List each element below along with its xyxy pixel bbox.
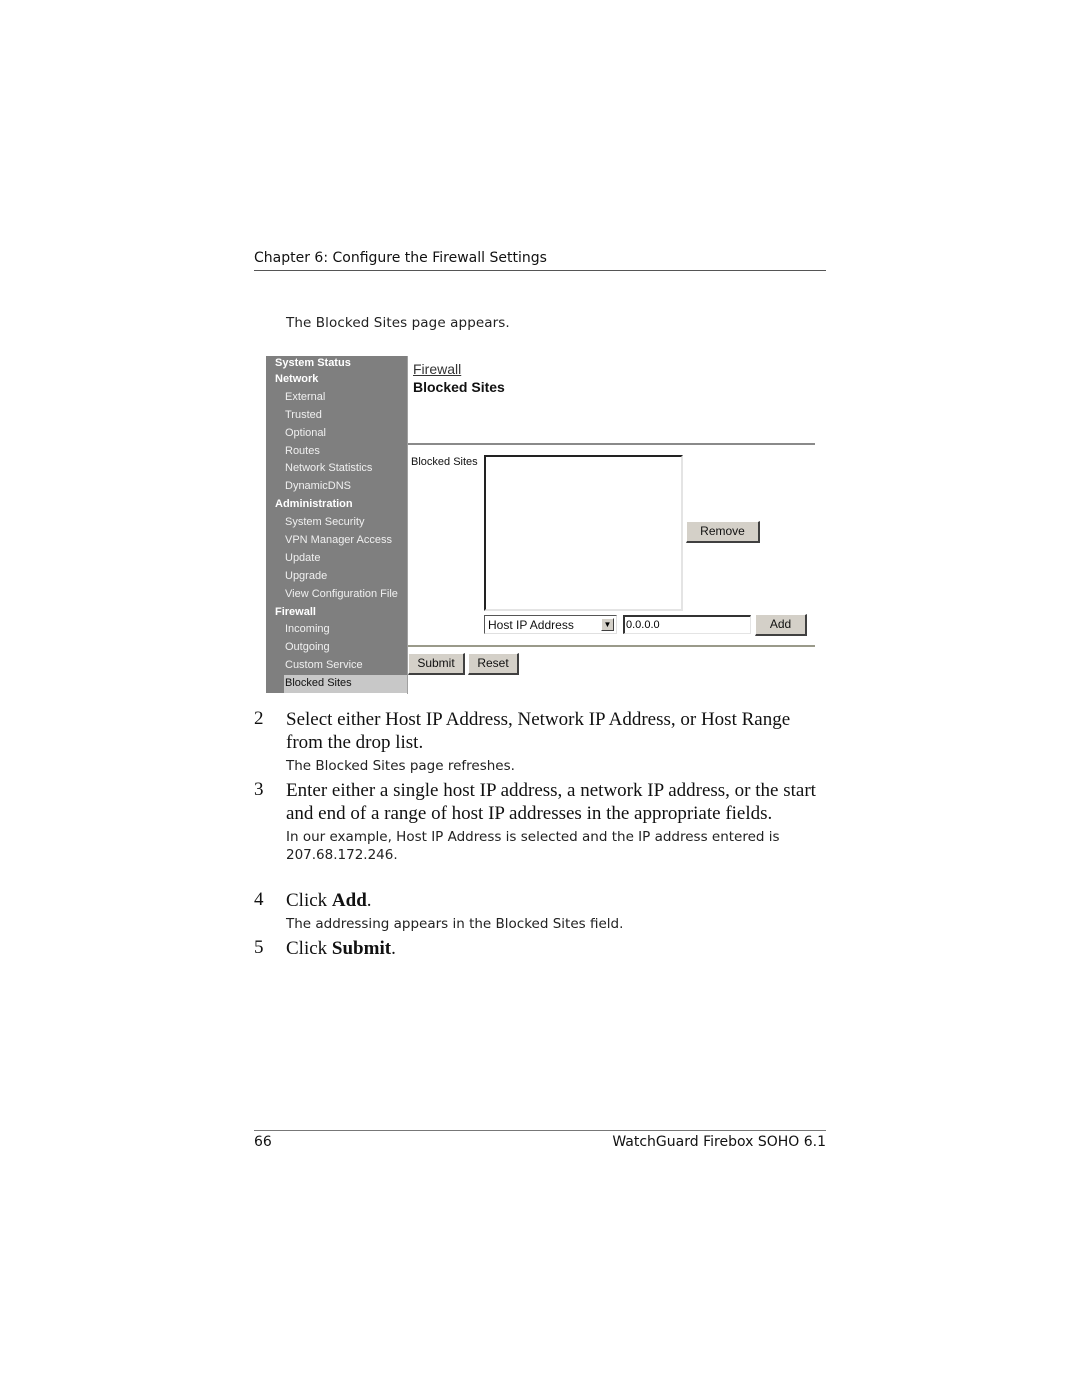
step-note: In our example, Host IP Address is selec… — [286, 829, 780, 863]
step-2: 2 Select either Host IP Address, Network… — [254, 708, 826, 775]
submit-button[interactable]: Submit — [408, 653, 465, 675]
step-text-prefix: Click — [286, 890, 332, 911]
step-text-prefix: Click — [286, 938, 332, 959]
step-text-suffix: . — [391, 938, 396, 959]
sidebar-nav: System Status Network External Trusted O… — [266, 356, 407, 694]
sidebar-item-routes[interactable]: Routes — [266, 443, 407, 461]
sidebar-item-update[interactable]: Update — [266, 550, 407, 568]
step-text-emphasis: Add — [331, 890, 367, 911]
page-title: Blocked Sites — [413, 379, 505, 395]
page-footer: 66 WatchGuard Firebox SOHO 6.1 — [254, 1130, 826, 1150]
dropdown-arrow-icon[interactable]: ▼ — [601, 618, 614, 631]
divider — [408, 443, 815, 445]
step-instruction: Enter either a single host IP address, a… — [286, 780, 816, 824]
sidebar-section-firewall[interactable]: Firewall — [266, 604, 407, 622]
add-button[interactable]: Add — [755, 614, 807, 636]
step-5: 5 Click Submit. — [254, 937, 826, 960]
step-number: 5 — [254, 937, 264, 958]
step-4: 4 Click Add. The addressing appears in t… — [254, 889, 826, 933]
sidebar-section-system-status[interactable]: System Status — [266, 356, 407, 371]
sidebar-item-optional[interactable]: Optional — [266, 425, 407, 443]
step-note: The Blocked Sites page refreshes. — [286, 758, 515, 774]
step-3: 3 Enter either a single host IP address,… — [254, 779, 826, 864]
step-instruction: Click Submit. — [286, 937, 826, 960]
step-instruction: Click Add. — [286, 889, 826, 912]
step-number: 3 — [254, 779, 264, 800]
sidebar-item-outgoing[interactable]: Outgoing — [266, 639, 407, 657]
book-title: WatchGuard Firebox SOHO 6.1 — [612, 1134, 826, 1150]
remove-button[interactable]: Remove — [686, 521, 760, 543]
sidebar-item-vpn-manager-access[interactable]: VPN Manager Access — [266, 532, 407, 550]
sidebar-item-system-security[interactable]: System Security — [266, 514, 407, 532]
step-text-suffix: . — [366, 890, 372, 911]
sidebar-item-external[interactable]: External — [266, 389, 407, 407]
main-panel: Firewall Blocked Sites Blocked Sites Rem… — [407, 356, 819, 694]
step-number: 4 — [254, 889, 264, 910]
step-instruction: Select either Host IP Address, Network I… — [286, 709, 791, 753]
intro-note: The Blocked Sites page appears. — [286, 315, 510, 331]
chapter-header: Chapter 6: Configure the Firewall Settin… — [254, 250, 826, 271]
sidebar-section-network[interactable]: Network — [266, 371, 407, 389]
page-number: 66 — [254, 1134, 272, 1150]
sidebar-item-custom-service[interactable]: Custom Service — [266, 657, 407, 675]
ip-address-input[interactable] — [623, 615, 751, 634]
blocked-sites-label: Blocked Sites — [411, 456, 478, 468]
sidebar-item-dynamicdns[interactable]: DynamicDNS — [266, 478, 407, 496]
sidebar-item-view-configuration-file[interactable]: View Configuration File — [266, 586, 407, 604]
step-number: 2 — [254, 708, 264, 729]
step-note: The addressing appears in the Blocked Si… — [286, 916, 624, 932]
sidebar-item-trusted[interactable]: Trusted — [266, 407, 407, 425]
sidebar-section-administration[interactable]: Administration — [266, 496, 407, 514]
reset-button[interactable]: Reset — [468, 653, 519, 675]
address-type-selected-value: Host IP Address — [488, 618, 574, 632]
sidebar-item-upgrade[interactable]: Upgrade — [266, 568, 407, 586]
breadcrumb-firewall-link[interactable]: Firewall — [413, 361, 461, 377]
divider — [408, 645, 815, 647]
blocked-sites-screenshot: System Status Network External Trusted O… — [266, 356, 818, 694]
sidebar-item-incoming[interactable]: Incoming — [266, 621, 407, 639]
sidebar-item-blocked-sites[interactable]: Blocked Sites — [284, 675, 407, 694]
address-type-select[interactable]: Host IP Address ▼ — [484, 615, 617, 634]
blocked-sites-listbox[interactable] — [484, 455, 683, 611]
sidebar-item-network-statistics[interactable]: Network Statistics — [266, 460, 407, 478]
step-text-emphasis: Submit — [331, 938, 392, 959]
